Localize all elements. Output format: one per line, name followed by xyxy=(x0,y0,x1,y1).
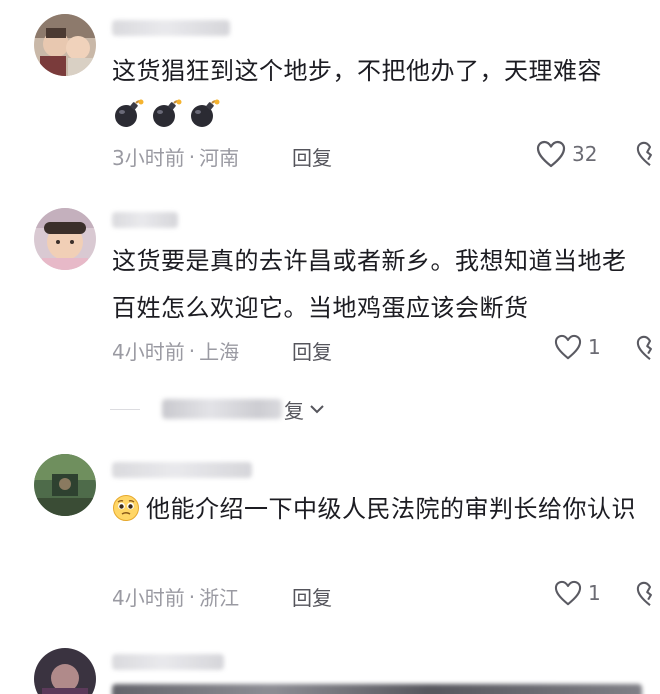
comment-text: 这货要是真的去许昌或者新乡。我想知道当地老百姓怎么欢迎它。当地鸡蛋应该会断货 xyxy=(112,247,627,322)
meta-separator: · xyxy=(188,144,196,169)
bomb-emoji xyxy=(115,99,144,127)
reply-button[interactable]: 回复 xyxy=(292,582,332,611)
bomb-emoji xyxy=(153,99,182,127)
like-button[interactable]: 32 xyxy=(536,140,597,168)
comment-text-blurred xyxy=(112,684,642,694)
like-count: 1 xyxy=(588,335,601,359)
comment-meta: 4小时前 · 浙江 xyxy=(112,582,239,611)
comment-meta: 3小时前 · 河南 xyxy=(112,142,239,171)
heart-icon xyxy=(554,580,582,606)
comment-text-content: 他能介绍一下中级人民法院的审判长给你认识 xyxy=(146,495,636,523)
meta-separator: · xyxy=(188,338,196,363)
comment-meta: 4小时前 · 上海 xyxy=(112,336,239,365)
like-count: 1 xyxy=(588,581,601,605)
heart-icon xyxy=(536,140,566,168)
like-button[interactable]: 1 xyxy=(554,580,601,606)
comment-time: 4小时前 xyxy=(112,586,185,610)
comment-text: 这货猖狂到这个地步，不把他办了，天理难容 xyxy=(112,57,602,85)
broken-heart-icon[interactable] xyxy=(636,334,660,362)
username-blurred[interactable] xyxy=(112,212,178,228)
comment-location: 河南 xyxy=(199,146,240,170)
chevron-down-icon xyxy=(310,405,324,414)
comment-text: 他能介绍一下中级人民法院的审判长给你认识 xyxy=(112,486,642,533)
broken-heart-icon[interactable] xyxy=(636,580,660,608)
broken-heart-icon[interactable] xyxy=(636,140,660,168)
like-button[interactable]: 1 xyxy=(554,334,601,360)
username-blurred[interactable] xyxy=(112,20,230,36)
expand-replies-text: 复 xyxy=(284,398,304,423)
heart-icon xyxy=(554,334,582,360)
expand-replies-text-blurred xyxy=(162,399,282,419)
avatar[interactable] xyxy=(34,648,96,694)
like-count: 32 xyxy=(572,142,598,166)
avatar[interactable] xyxy=(34,14,96,76)
username-blurred[interactable] xyxy=(112,654,224,670)
divider-line xyxy=(110,408,140,410)
emoji-row xyxy=(112,98,220,130)
username-blurred[interactable] xyxy=(112,462,252,478)
comment-location: 上海 xyxy=(199,340,240,364)
reply-button[interactable]: 回复 xyxy=(292,142,332,171)
comment-location: 浙江 xyxy=(199,586,240,610)
avatar[interactable] xyxy=(34,208,96,270)
bomb-emoji xyxy=(191,99,220,127)
comment-time: 4小时前 xyxy=(112,340,185,364)
expand-replies-button[interactable]: 复 xyxy=(110,396,326,423)
reply-button[interactable]: 回复 xyxy=(292,336,332,365)
meta-separator: · xyxy=(188,584,196,609)
pleading-face-emoji xyxy=(113,495,139,521)
avatar[interactable] xyxy=(34,454,96,516)
comment-time: 3小时前 xyxy=(112,146,185,170)
comment-list: 这货猖狂到这个地步，不把他办了，天理难容 3小时前 · 河南 回复 32 这货要… xyxy=(0,0,660,694)
